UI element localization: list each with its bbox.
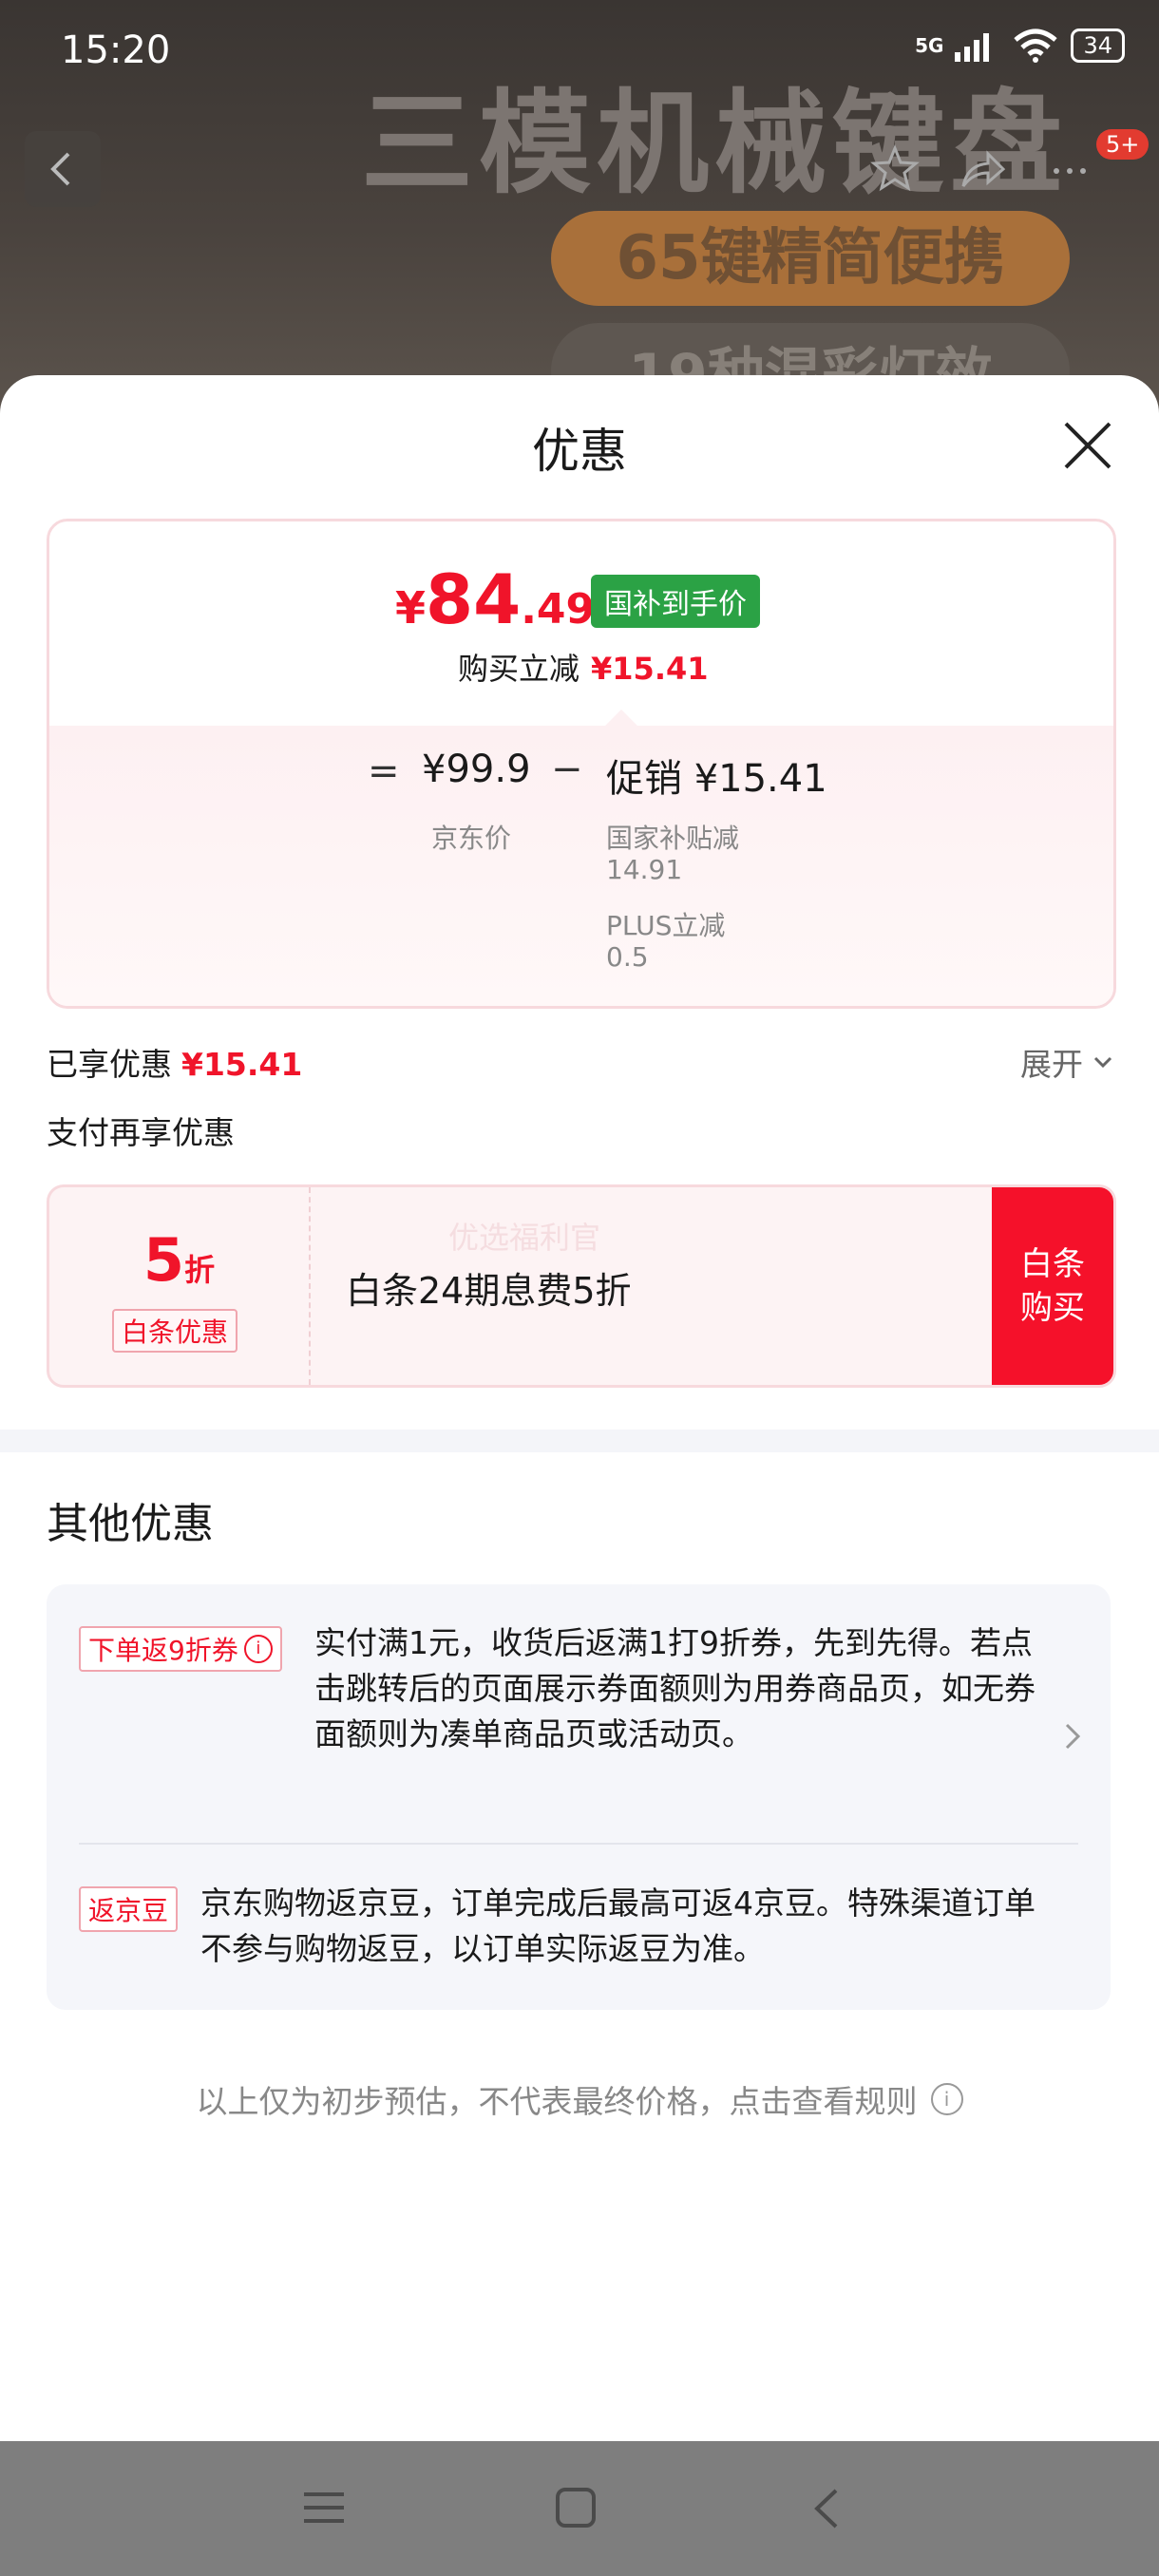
pay-more-label: 支付再享优惠: [47, 1114, 235, 1151]
equals-sign: =: [368, 749, 400, 793]
chevron-right-icon[interactable]: [1059, 1717, 1086, 1755]
banner-pill-1: 65键精简便携: [551, 211, 1070, 306]
coupon-return-tag[interactable]: 下单返9折券 i: [79, 1626, 282, 1672]
baitiao-description: 白条24期息费5折: [346, 1270, 632, 1312]
home-square-icon[interactable]: [555, 2487, 597, 2529]
baitiao-buy-label: 白条 购买: [1020, 1245, 1085, 1327]
back-button[interactable]: [25, 131, 101, 207]
battery-indicator: 34: [1071, 28, 1125, 63]
share-icon[interactable]: [956, 142, 1009, 196]
baitiao-buy-button[interactable]: 白条 购买: [992, 1187, 1113, 1385]
plus-label: PLUS立减: [606, 910, 726, 941]
expand-button[interactable]: 展开: [1020, 1039, 1115, 1085]
buy-reduce-row: 购买立减 ¥15.41: [458, 645, 709, 689]
jd-bean-tag-label: 返京豆: [88, 1895, 169, 1926]
other-offers-title: 其他优惠: [47, 1500, 214, 1548]
buy-reduce-label: 购买立减: [458, 651, 580, 687]
subsidy-value: 14.91: [606, 854, 683, 885]
jd-bean-text: 京东购物返京豆，订单完成后最高可返4京豆。特殊渠道订单不参与购物返豆，以订单实际…: [200, 1885, 1036, 1967]
system-nav-bar: [0, 2441, 1159, 2576]
coupon-return-tag-label: 下单返9折券: [88, 1635, 238, 1666]
status-time: 15:20: [61, 28, 171, 72]
star-icon[interactable]: [868, 142, 922, 196]
baitiao-discount: 5折: [49, 1225, 309, 1295]
back-arrow-icon: [50, 152, 70, 186]
nav-back-icon[interactable]: [809, 2487, 844, 2530]
section-divider: [0, 1430, 1159, 1452]
promo-amount: 促销 ¥15.41: [606, 757, 827, 801]
subsidy-price-tag: 国补到手价: [591, 575, 760, 628]
signal-icon: [955, 33, 990, 62]
message-badge: 5+: [1096, 129, 1150, 160]
other-offers-card: 下单返9折券 i 实付满1元，收货后返满1打9折券，先到先得。若点击跳转后的页面…: [47, 1584, 1111, 2010]
expand-label: 展开: [1020, 1046, 1083, 1083]
price-currency: ¥: [395, 582, 427, 634]
rules-footnote-text[interactable]: 以上仅为初步预估，不代表最终价格，点击查看规则: [197, 2076, 918, 2122]
buy-reduce-amount: ¥15.41: [591, 651, 709, 687]
rules-footnote[interactable]: 以上仅为初步预估，不代表最终价格，点击查看规则 i: [0, 2076, 1159, 2122]
status-bar: 15:20 5G 34: [0, 0, 1159, 95]
chevron-down-icon: [1093, 1056, 1112, 1069]
price-integer: 84: [426, 559, 522, 639]
price-breakdown-card: ¥ 84 .49 国补到手价 购买立减 ¥15.41 = ¥99.9 京东价 − …: [47, 519, 1116, 1009]
baitiao-watermark: 优选福利官: [448, 1220, 601, 1256]
minus-sign: −: [551, 748, 583, 791]
enjoyed-label: 已享优惠: [47, 1046, 172, 1083]
status-indicators: 5G 34: [915, 28, 1125, 63]
row-separator: [79, 1843, 1078, 1845]
info-icon[interactable]: i: [930, 2083, 963, 2115]
subsidy-label: 国家补贴减: [606, 823, 740, 854]
info-icon[interactable]: i: [243, 1635, 273, 1663]
more-icon[interactable]: [1043, 142, 1096, 196]
wifi-icon: [1014, 28, 1058, 63]
plus-value: 0.5: [606, 941, 649, 973]
menu-icon[interactable]: [302, 2489, 346, 2527]
jd-bean-tag: 返京豆: [79, 1886, 179, 1932]
sheet-title: 优惠: [532, 424, 627, 479]
baitiao-discount-number: 5: [142, 1225, 185, 1295]
baitiao-offer-card[interactable]: 5折 白条优惠 优选福利官 白条24期息费5折 白条 购买: [47, 1184, 1116, 1388]
jd-price-label: 京东价: [431, 823, 512, 854]
enjoyed-amount: ¥15.41: [181, 1046, 303, 1083]
coupon-return-text[interactable]: 实付满1元，收货后返满1打9折券，先到先得。若点击跳转后的页面展示券面额则为用券…: [314, 1620, 1036, 1757]
baitiao-tag: 白条优惠: [112, 1309, 238, 1353]
enjoyed-discount: 已享优惠 ¥15.41: [47, 1039, 302, 1085]
price-decimal: .49: [521, 585, 596, 634]
network-label: 5G: [915, 34, 944, 57]
jd-price: ¥99.9: [422, 748, 531, 791]
close-icon[interactable]: [1060, 418, 1115, 473]
baitiao-discount-unit: 折: [184, 1252, 216, 1288]
final-price: ¥ 84 .49: [395, 559, 595, 639]
